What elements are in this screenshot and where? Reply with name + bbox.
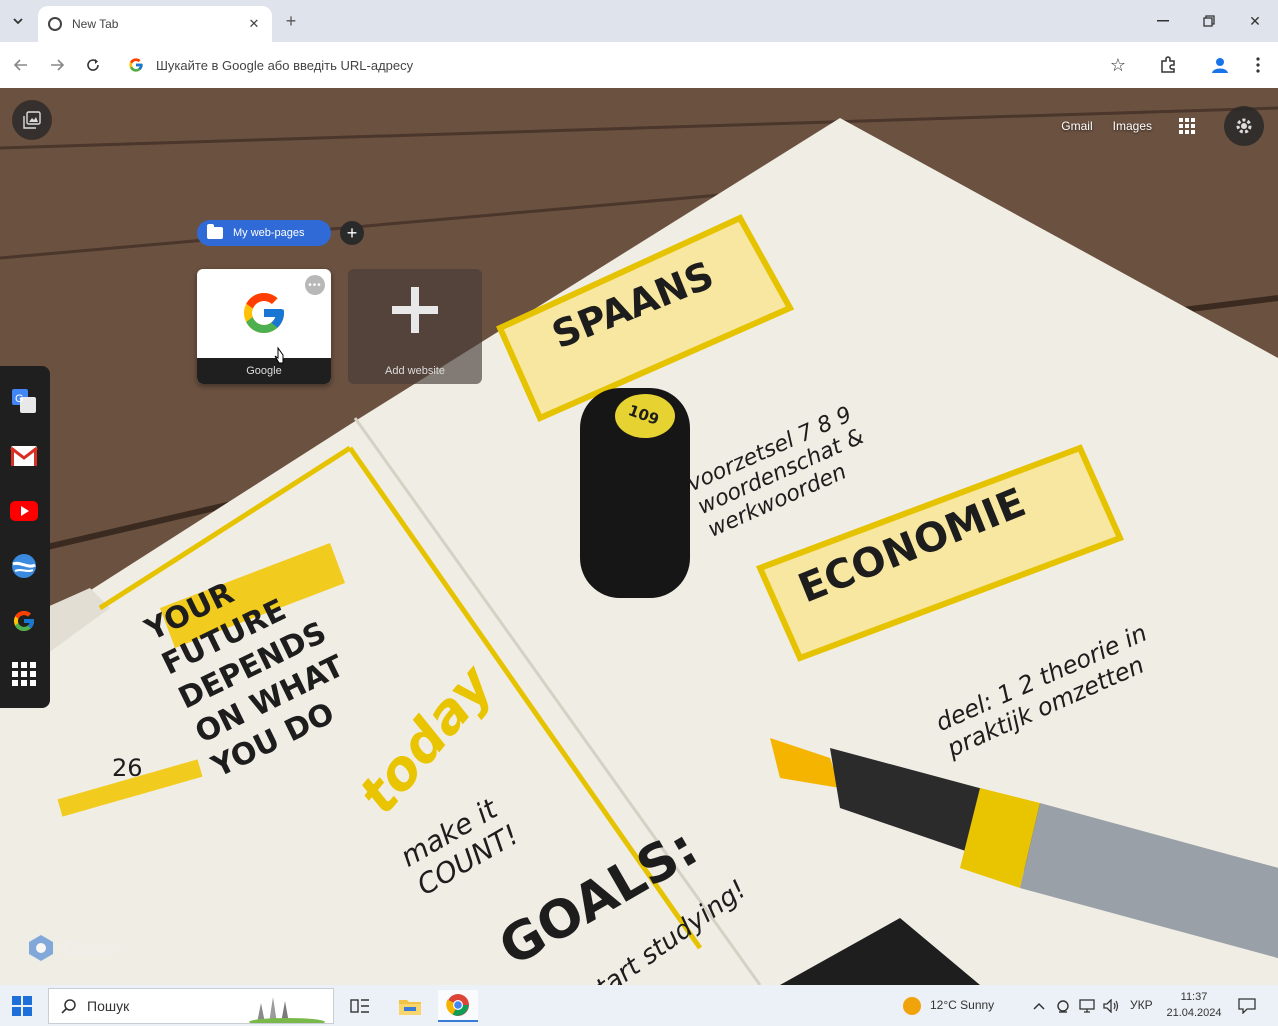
chrome-taskbar-icon[interactable] <box>438 990 478 1022</box>
youtube-icon[interactable] <box>9 496 39 526</box>
gmail-link[interactable]: Gmail <box>1061 119 1092 133</box>
google-icon[interactable] <box>9 606 39 636</box>
clock-date: 21.04.2024 <box>1166 1007 1222 1019</box>
customize-background-button[interactable] <box>12 100 52 140</box>
kebab-menu-icon[interactable] <box>1246 53 1270 77</box>
taskbar-clock[interactable]: 11:37 21.04.2024 <box>1162 989 1226 1021</box>
task-view-icon[interactable] <box>340 990 380 1022</box>
restore-button[interactable] <box>1194 8 1224 34</box>
tab-favicon-icon <box>48 17 62 31</box>
images-link[interactable]: Images <box>1113 119 1152 133</box>
left-sidebar: G <box>0 366 50 708</box>
bookmark-star-icon[interactable]: ☆ <box>1106 53 1130 77</box>
clock-time: 11:37 <box>1180 991 1208 1003</box>
tile-label-google: Google <box>246 365 282 377</box>
mouse-cursor-icon <box>274 347 284 364</box>
tab-close-icon[interactable]: ✕ <box>244 14 264 34</box>
translate-icon[interactable]: G <box>9 386 39 416</box>
google-logo-icon <box>244 293 284 333</box>
windows-taskbar: Пошук 12°C Sunny УКР 11:37 21.04.2024 <box>0 985 1278 1026</box>
new-tab-button[interactable]: + <box>280 10 302 32</box>
network-icon[interactable] <box>1076 990 1098 1022</box>
plus-icon <box>392 287 438 333</box>
address-placeholder: Шукайте в Google або введіть URL-адресу <box>156 57 414 73</box>
settings-gear-icon[interactable] <box>1224 106 1264 146</box>
volume-icon[interactable] <box>1100 990 1122 1022</box>
taskbar-search-input[interactable]: Пошук <box>48 988 334 1024</box>
tile-menu-icon[interactable]: ••• <box>305 275 325 295</box>
watermark-text: Capian <box>62 937 120 958</box>
tab-new-tab[interactable]: New Tab ✕ <box>38 6 272 42</box>
tray-app-icon[interactable] <box>1052 990 1074 1022</box>
taskbar-search-placeholder: Пошук <box>87 998 130 1014</box>
note-number: 26 <box>112 754 143 782</box>
notifications-icon[interactable] <box>1234 990 1260 1022</box>
svg-text:G: G <box>15 393 24 405</box>
forward-icon[interactable] <box>44 52 70 78</box>
shortcut-tile-google[interactable]: ••• Google <box>197 269 331 384</box>
apps-grid-icon[interactable] <box>9 659 39 689</box>
tab-search-chevron-icon[interactable] <box>6 9 30 33</box>
windows-start-icon[interactable] <box>10 994 34 1018</box>
file-explorer-icon[interactable] <box>390 990 430 1022</box>
minimize-button[interactable] <box>1148 8 1178 34</box>
address-bar[interactable]: Шукайте в Google або введіть URL-адресу <box>118 49 1140 81</box>
watermark-logo-icon <box>29 935 53 961</box>
google-apps-icon[interactable] <box>1172 111 1202 141</box>
tab-strip: New Tab ✕ + ✕ <box>0 0 1278 42</box>
top-right-links: Gmail Images <box>1061 106 1278 146</box>
browser-toolbar: Шукайте в Google або введіть URL-адресу … <box>0 42 1278 88</box>
close-window-button[interactable]: ✕ <box>1240 8 1270 34</box>
weather-text[interactable]: 12°C Sunny <box>930 998 994 1012</box>
extensions-icon[interactable] <box>1156 53 1180 77</box>
tile-footer: Add website <box>348 358 482 384</box>
tab-title: New Tab <box>72 17 119 31</box>
search-icon <box>61 999 76 1014</box>
language-indicator[interactable]: УКР <box>1130 998 1153 1012</box>
tile-footer: Google <box>197 358 331 384</box>
back-icon[interactable] <box>8 52 34 78</box>
watermark: Capian <box>28 934 119 962</box>
folder-icon <box>207 224 223 239</box>
gmail-icon[interactable] <box>9 441 39 471</box>
shortcut-tile-add-website[interactable]: Add website <box>348 269 482 384</box>
group-chip-label: My web-pages <box>233 227 305 239</box>
add-group-button[interactable]: + <box>340 221 364 245</box>
tile-label-add-website: Add website <box>385 365 445 377</box>
reload-icon[interactable] <box>80 52 106 78</box>
new-tab-page: SPAANS voorzetsel 7 8 9 woordenschat & w… <box>0 88 1278 985</box>
google-icon <box>128 57 144 73</box>
search-highlight-illustration <box>249 997 325 1023</box>
tray-chevron-up-icon[interactable] <box>1028 990 1050 1022</box>
earth-icon[interactable] <box>9 551 39 581</box>
weather-sun-icon <box>903 997 921 1015</box>
profile-avatar-icon[interactable] <box>1208 53 1232 77</box>
shortcut-group-chip[interactable]: My web-pages <box>197 220 331 246</box>
